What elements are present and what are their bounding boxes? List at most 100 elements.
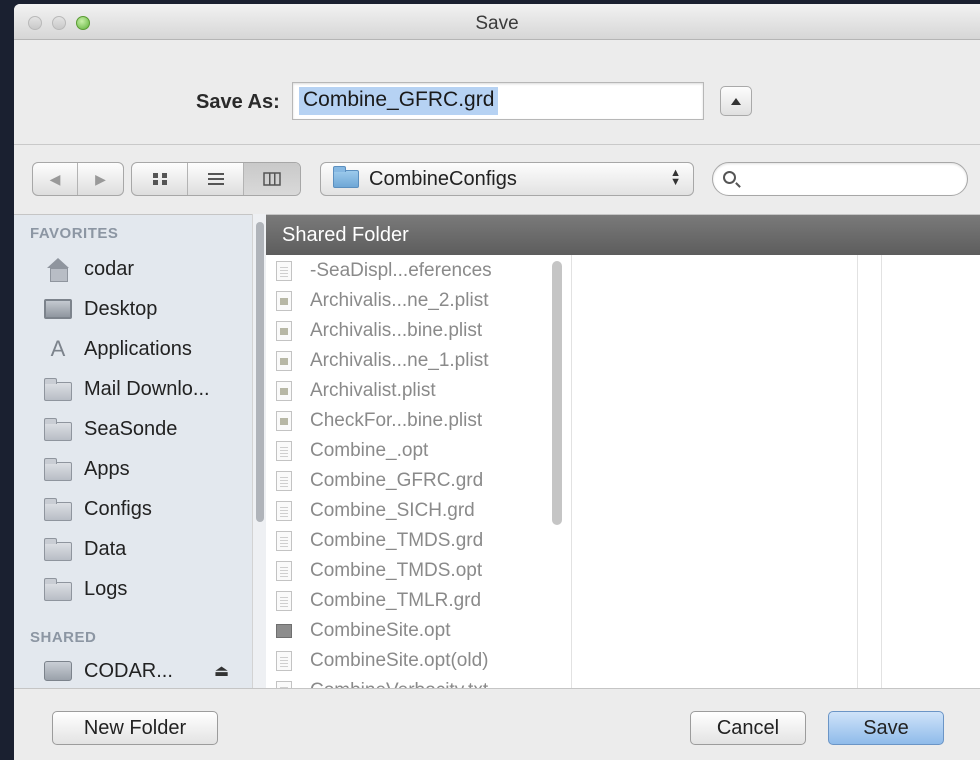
- file-row[interactable]: Combine_TMDS.opt: [276, 557, 482, 585]
- file-name: Combine_TMDS.opt: [310, 560, 483, 581]
- sidebar-scrollbar[interactable]: [252, 214, 266, 688]
- desktop-icon: [44, 299, 72, 319]
- sidebar-item-codar-server[interactable]: CODAR...: [44, 655, 173, 687]
- sidebar-item-desktop[interactable]: Desktop: [44, 293, 157, 325]
- application-file-icon: [276, 624, 292, 638]
- file-row[interactable]: Combine_TMDS.grd: [276, 527, 483, 555]
- empty-column: [572, 255, 858, 689]
- cancel-button[interactable]: Cancel: [690, 711, 806, 745]
- file-name: Combine_SICH.grd: [310, 500, 475, 521]
- file-name: CombineSite.opt(old): [310, 650, 489, 671]
- file-row[interactable]: Archivalist.plist: [276, 377, 436, 405]
- shared-heading: SHARED: [30, 629, 97, 646]
- file-name: CombineSite.opt: [310, 620, 451, 641]
- search-input[interactable]: [712, 162, 968, 196]
- icon-view-button[interactable]: [132, 163, 188, 195]
- column-view-icon: [263, 172, 281, 186]
- sidebar-item-seasonde[interactable]: SeaSonde: [44, 413, 177, 445]
- file-row[interactable]: CombineSite.opt: [276, 617, 450, 645]
- document-icon: [276, 471, 292, 491]
- view-mode-selector: [131, 162, 301, 196]
- forward-arrow-icon: ▶: [95, 170, 106, 187]
- column-header: Shared Folder: [266, 215, 980, 255]
- file-row[interactable]: Archivalis...bine.plist: [276, 317, 482, 345]
- sidebar-item-codar[interactable]: codar: [44, 253, 134, 285]
- folder-icon: [44, 417, 72, 441]
- file-name: Combine_TMDS.grd: [310, 530, 484, 551]
- sidebar-item-applications[interactable]: A Applications: [44, 333, 192, 365]
- sidebar: FAVORITES codar Desktop A Applications M…: [14, 214, 252, 688]
- home-icon: [44, 258, 72, 282]
- history-navigation: ◀ ▶: [32, 162, 124, 196]
- sidebar-item-apps[interactable]: Apps: [44, 453, 130, 485]
- title-bar[interactable]: Save: [14, 4, 980, 40]
- file-name: Archivalis...ne_2.plist: [310, 290, 489, 311]
- file-row[interactable]: Combine_.opt: [276, 437, 428, 465]
- collapse-dialog-button[interactable]: [720, 86, 752, 116]
- file-name: CheckFor...bine.plist: [310, 410, 483, 431]
- document-icon: [276, 501, 292, 521]
- popup-arrows-icon: ▲ ▼: [670, 167, 681, 188]
- sidebar-item-label: SeaSonde: [84, 417, 178, 440]
- location-label: CombineConfigs: [369, 167, 517, 190]
- file-row[interactable]: Combine_SICH.grd: [276, 497, 475, 525]
- sidebar-item-logs[interactable]: Logs: [44, 573, 127, 605]
- sidebar-scroll-thumb[interactable]: [256, 222, 264, 522]
- file-row[interactable]: -SeaDispl...eferences: [276, 257, 492, 285]
- folder-icon: [44, 457, 72, 481]
- file-name: Archivalis...ne_1.plist: [310, 350, 489, 371]
- back-button[interactable]: ◀: [33, 163, 79, 195]
- plist-icon: [276, 291, 292, 311]
- file-row[interactable]: Combine_GFRC.grd: [276, 467, 483, 495]
- column-browser: Shared Folder -SeaDispl...eferences Arch…: [266, 214, 980, 689]
- search-icon: [723, 171, 736, 184]
- sidebar-item-label: Desktop: [84, 297, 158, 320]
- file-name: Combine_TMLR.grd: [310, 590, 482, 611]
- sidebar-item-label: Data: [84, 537, 127, 560]
- folder-icon: [44, 377, 72, 401]
- button-bar: New Folder Cancel Save: [14, 688, 980, 760]
- icon-view-icon: [152, 173, 167, 185]
- document-icon: [276, 441, 292, 461]
- sidebar-item-label: CODAR...: [84, 659, 173, 682]
- plist-icon: [276, 321, 292, 341]
- save-dialog: Save Save As: Combine_GFRC.grd ◀ ▶ Combi…: [14, 4, 980, 760]
- back-arrow-icon: ◀: [49, 170, 61, 187]
- file-row[interactable]: CheckFor...bine.plist: [276, 407, 482, 435]
- folder-icon: [44, 577, 72, 601]
- save-button[interactable]: Save: [828, 711, 944, 745]
- sidebar-item-configs[interactable]: Configs: [44, 493, 152, 525]
- empty-column: [858, 255, 882, 689]
- folder-icon: [44, 537, 72, 561]
- file-name: Archivalist.plist: [310, 380, 436, 401]
- file-row[interactable]: Combine_TMLR.grd: [276, 587, 481, 615]
- plist-icon: [276, 411, 292, 431]
- sidebar-item-label: Applications: [84, 337, 192, 360]
- list-view-button[interactable]: [188, 163, 244, 195]
- column-view-button[interactable]: [244, 163, 300, 195]
- sidebar-item-data[interactable]: Data: [44, 533, 126, 565]
- new-folder-button[interactable]: New Folder: [52, 711, 218, 745]
- file-name: Combine_GFRC.grd: [310, 470, 484, 491]
- forward-button[interactable]: ▶: [78, 163, 123, 195]
- folder-icon: [333, 166, 359, 188]
- file-list-scrollbar[interactable]: [552, 261, 562, 525]
- file-row[interactable]: Archivalis...ne_1.plist: [276, 347, 488, 375]
- applications-icon: A: [50, 336, 66, 361]
- location-popup[interactable]: CombineConfigs ▲ ▼: [320, 162, 694, 196]
- save-as-label: Save As:: [196, 91, 280, 113]
- save-as-field[interactable]: [292, 82, 704, 120]
- file-name: Archivalis...bine.plist: [310, 320, 483, 341]
- eject-icon[interactable]: ⏏: [214, 661, 229, 681]
- divider: [14, 144, 980, 145]
- file-name: Combine_.opt: [310, 440, 429, 461]
- file-row[interactable]: CombineSite.opt(old): [276, 647, 488, 675]
- file-name: -SeaDispl...eferences: [310, 260, 492, 281]
- window-title: Save: [475, 13, 519, 34]
- sidebar-item-label: Logs: [84, 577, 128, 600]
- server-icon: [44, 661, 72, 681]
- plist-icon: [276, 381, 292, 401]
- file-row[interactable]: Archivalis...ne_2.plist: [276, 287, 488, 315]
- sidebar-item-mail-downloads[interactable]: Mail Downlo...: [44, 373, 210, 405]
- sidebar-item-label: Configs: [84, 497, 152, 520]
